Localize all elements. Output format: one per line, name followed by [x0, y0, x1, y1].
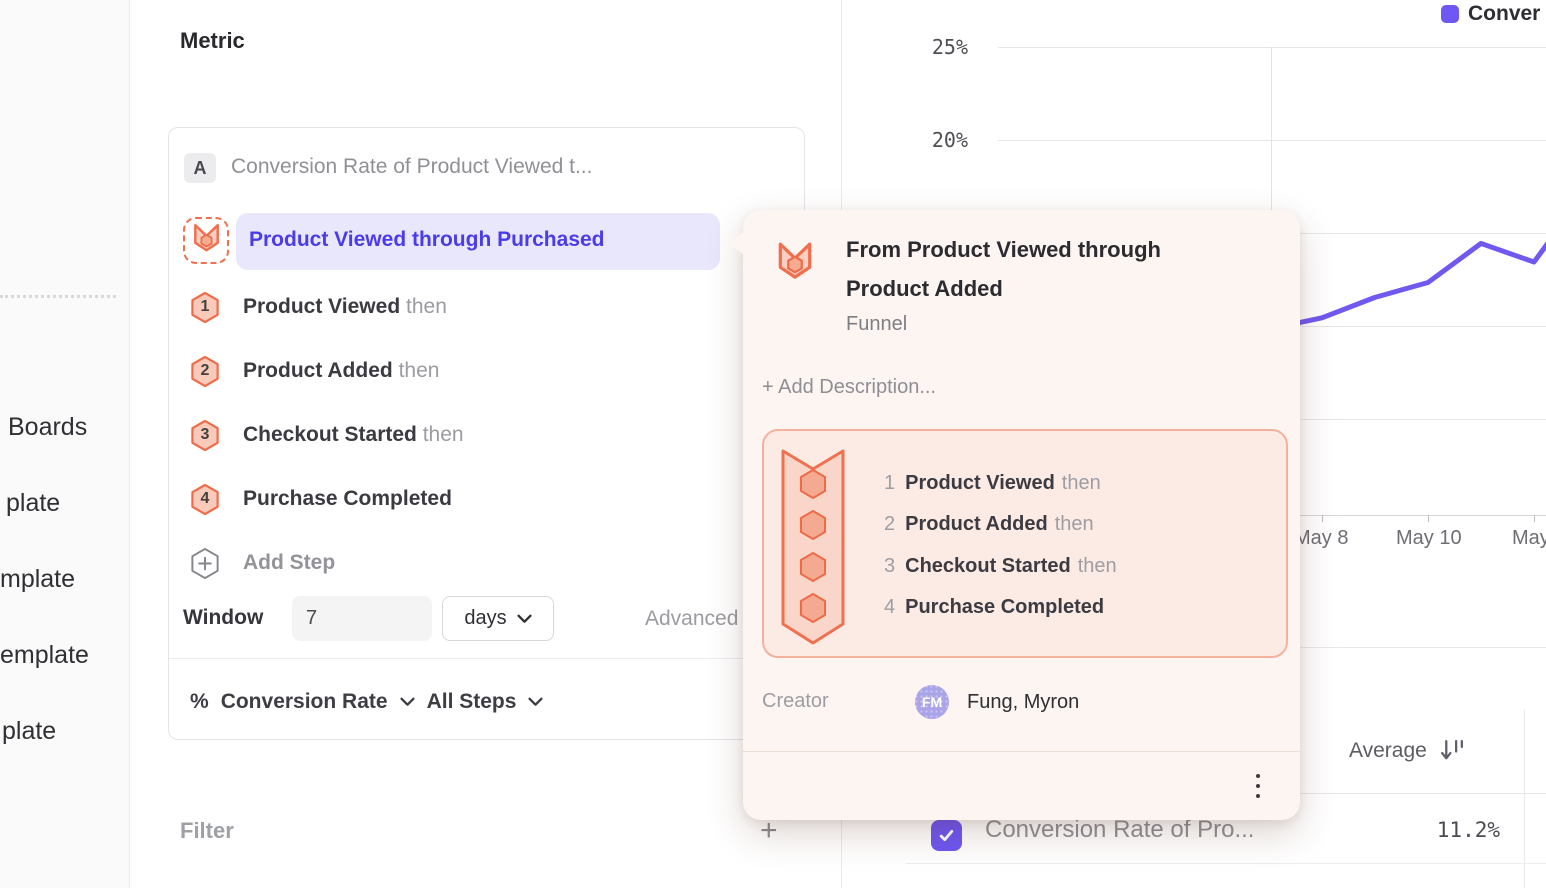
sidebar-item-template-2[interactable]: mplate — [0, 565, 75, 594]
legend-swatch — [1441, 5, 1459, 23]
add-description-button[interactable]: + Add Description... — [762, 376, 936, 399]
step-2-name: Product Added — [243, 359, 393, 382]
funnel-preview-box: 1Product Viewedthen 2Product Addedthen 3… — [762, 429, 1288, 658]
table-row-label[interactable]: Conversion Rate of Pro... — [985, 816, 1254, 844]
sidebar-divider — [0, 295, 116, 298]
selected-funnel-label[interactable]: Product Viewed through Purchased — [249, 228, 605, 252]
advanced-link[interactable]: Advanced — [645, 607, 738, 631]
sidebar-item-boards[interactable]: Boards — [8, 413, 87, 442]
add-step-label: Add Step — [243, 551, 335, 575]
legend-label: Conver — [1468, 2, 1540, 26]
check-icon — [937, 826, 956, 845]
more-options-kebab-icon[interactable] — [1250, 770, 1266, 802]
creator-avatar: FM — [915, 685, 949, 719]
funnel-banner-icon — [779, 448, 847, 651]
popover-step-1: 1Product Viewedthen — [884, 469, 1101, 497]
average-column-header[interactable]: Average — [1349, 738, 1466, 763]
window-value-input[interactable] — [292, 596, 432, 641]
filter-section-heading: Filter — [180, 818, 234, 844]
chevron-down-icon — [517, 614, 532, 624]
x-axis-label-may10: May 10 — [1396, 527, 1462, 550]
chevron-down-icon — [528, 697, 543, 707]
sidebar-item-template-1[interactable]: plate — [6, 489, 60, 518]
table-row-divider — [906, 863, 1546, 864]
window-label: Window — [183, 606, 263, 630]
funnel-step-row-1[interactable]: 1 Product Viewed then — [190, 290, 447, 324]
chart-legend-item[interactable]: Conver — [1441, 2, 1540, 26]
table-column-divider — [1524, 710, 1525, 888]
creator-label: Creator — [762, 690, 829, 713]
funnel-step-row-2[interactable]: 2 Product Added then — [190, 354, 439, 388]
funnel-icon — [775, 240, 815, 287]
window-unit-select[interactable]: days — [442, 596, 554, 641]
x-axis-label-may8: May 8 — [1294, 527, 1348, 550]
popover-step-4: 4Purchase Completed — [884, 593, 1104, 621]
funnel-chip[interactable] — [183, 217, 229, 264]
x-axis-label-may12: May 12 — [1512, 527, 1546, 550]
popover-footer-divider — [743, 751, 1300, 752]
funnel-details-popover: From Product Viewed through Product Adde… — [743, 210, 1300, 820]
step-4-hexagon-icon: 4 — [190, 483, 220, 516]
sidebar-item-template-3[interactable]: emplate — [0, 641, 89, 670]
measure-dropdown[interactable]: Conversion Rate — [221, 690, 415, 714]
popover-type-label: Funnel — [846, 313, 907, 336]
sidebar-item-template-4[interactable]: plate — [2, 717, 56, 746]
step-1-name: Product Viewed — [243, 295, 400, 318]
card-footer-divider — [169, 658, 804, 659]
step-3-hexagon-icon: 3 — [190, 419, 220, 452]
table-row-average-value: 11.2% — [1380, 818, 1500, 842]
series-visibility-checkbox[interactable] — [931, 820, 962, 851]
step-1-hexagon-icon: 1 — [190, 291, 220, 324]
step-3-name: Checkout Started — [243, 423, 417, 446]
sort-descending-icon — [1439, 738, 1466, 763]
step-2-then: then — [399, 359, 440, 382]
popover-step-3: 3Checkout Startedthen — [884, 552, 1117, 580]
metric-section-heading: Metric — [180, 28, 245, 54]
steps-scope-dropdown[interactable]: All Steps — [427, 690, 544, 714]
measure-prefix: % — [190, 690, 209, 714]
series-title[interactable]: Conversion Rate of Product Viewed t... — [231, 155, 592, 179]
add-step-button[interactable]: Add Step — [190, 546, 335, 580]
step-3-then: then — [423, 423, 464, 446]
series-a-badge: A — [184, 153, 216, 183]
left-sidebar — [0, 0, 130, 888]
funnel-icon — [191, 222, 222, 259]
step-4-name: Purchase Completed — [243, 487, 452, 510]
step-1-then: then — [406, 295, 447, 318]
funnel-step-row-4[interactable]: 4 Purchase Completed — [190, 482, 452, 516]
creator-name: Fung, Myron — [967, 691, 1079, 714]
funnel-step-row-3[interactable]: 3 Checkout Started then — [190, 418, 464, 452]
popover-arrow — [728, 232, 743, 254]
chevron-down-icon — [400, 697, 415, 707]
popover-step-2: 2Product Addedthen — [884, 510, 1094, 538]
step-2-hexagon-icon: 2 — [190, 355, 220, 388]
add-step-hexagon-icon — [190, 547, 220, 580]
popover-title: From Product Viewed through Product Adde… — [846, 230, 1216, 308]
